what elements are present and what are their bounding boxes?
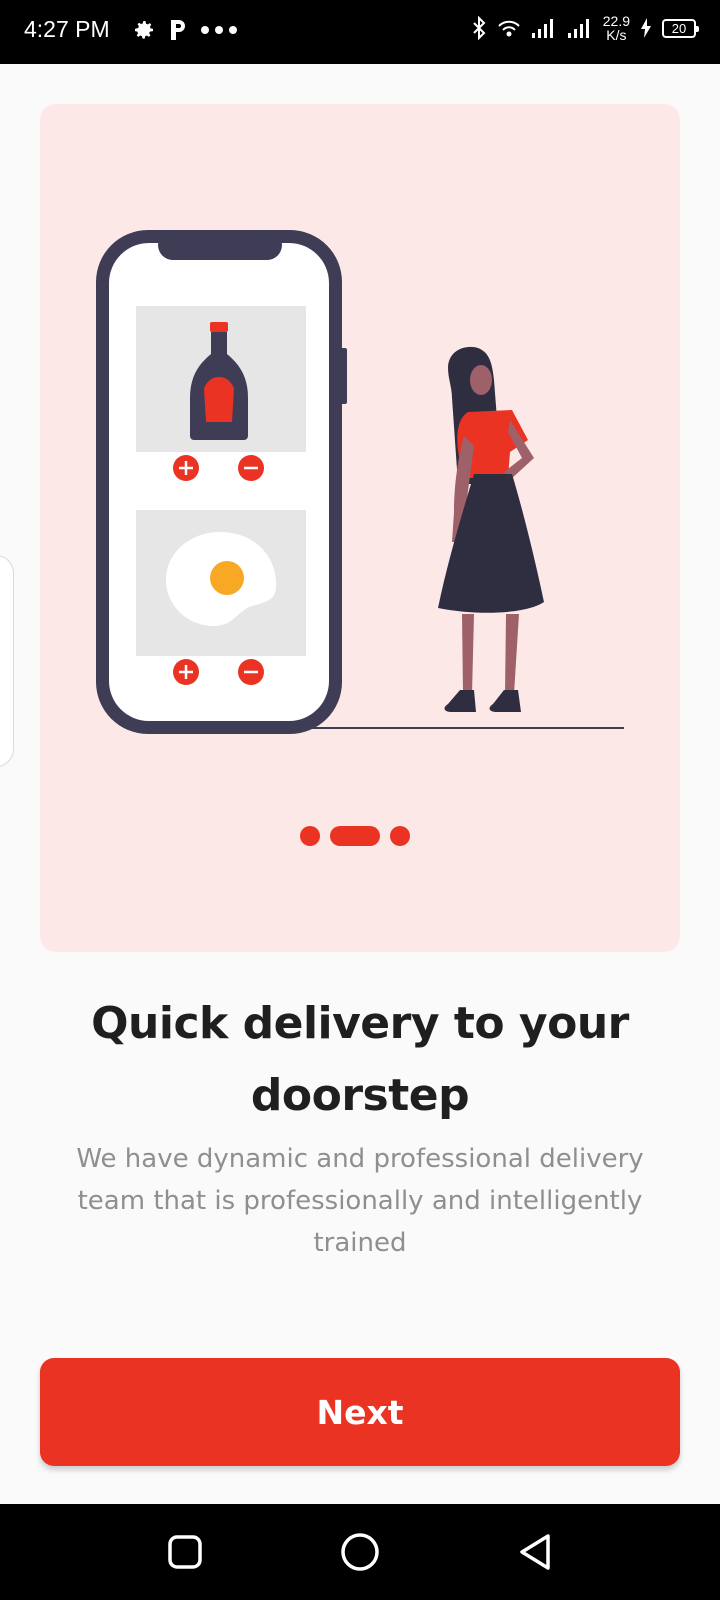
p-icon: [171, 20, 185, 40]
speed-unit: K/s: [606, 27, 627, 43]
phone-side-button: [340, 348, 347, 404]
page-indicator: [0, 826, 720, 846]
status-right-icons: 22.9 K/s 20: [471, 14, 699, 42]
egg-yolk: [210, 561, 244, 595]
status-left-icons: [132, 18, 238, 42]
home-button[interactable]: [338, 1530, 382, 1574]
bluetooth-icon: [473, 16, 486, 40]
next-button[interactable]: Next: [40, 1358, 680, 1466]
signal-icon-2: [567, 19, 589, 38]
skirt: [438, 474, 544, 613]
page-dot-3[interactable]: [390, 826, 410, 846]
status-bar: 4:27 PM 22.9 K/s 20: [0, 0, 720, 64]
gear-icon: [135, 21, 153, 39]
wifi-icon: [498, 20, 520, 37]
bottle-label: [204, 377, 234, 422]
onboarding-title: Quick delivery to your doorstep: [91, 998, 629, 1121]
signal-icon: [531, 19, 553, 38]
woman-figure: [438, 346, 544, 712]
network-speed: 22.9 K/s: [603, 14, 630, 42]
back-button[interactable]: [514, 1530, 558, 1574]
onboarding-subtitle: We have dynamic and professional deliver…: [76, 1144, 644, 1258]
hero-card: [40, 104, 680, 952]
charging-icon: [641, 18, 651, 38]
system-nav-bar: [0, 1504, 720, 1600]
speed-value: 22.9: [602, 13, 630, 29]
bottle-cap: [210, 322, 228, 332]
left-leg: [462, 614, 474, 694]
edge-panel-handle[interactable]: [0, 555, 14, 767]
page-dot-2-active[interactable]: [330, 826, 380, 846]
more-dots-icon: [201, 26, 237, 34]
battery-indicator: 20: [662, 18, 699, 38]
left-shoe: [444, 690, 476, 712]
page-dot-1[interactable]: [300, 826, 320, 846]
right-shoe: [489, 690, 521, 712]
delivery-illustration: [96, 230, 624, 734]
face: [470, 365, 492, 395]
status-time: 4:27 PM: [24, 16, 110, 42]
recents-button[interactable]: [163, 1530, 207, 1574]
right-leg: [505, 614, 519, 694]
phone-notch: [158, 230, 282, 260]
